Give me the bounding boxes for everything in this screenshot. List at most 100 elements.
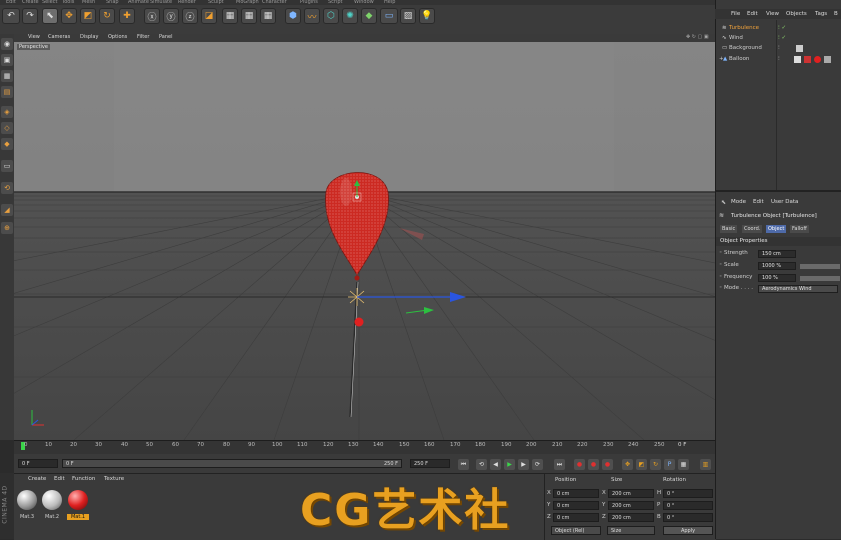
visibility-check-icon[interactable]: ⁝ ✓ [778,34,786,43]
material-tag-icon[interactable] [814,56,821,63]
menu-character[interactable]: Character [262,0,287,5]
filter-menu[interactable]: Filter [137,34,149,40]
size-x-field[interactable]: 200 cm [608,489,654,498]
previous-key-button[interactable]: ⟲ [476,459,487,470]
point-level-key-button[interactable]: ▦ [678,459,689,470]
rotation-h-field[interactable]: 0 ° [663,489,713,498]
object-menu-bookmarks[interactable]: B [834,11,838,17]
menu-sculpt[interactable]: Sculpt [208,0,224,5]
max-frame-field[interactable]: 250 F [410,459,450,468]
scale-slider[interactable] [800,264,840,269]
tag-icon[interactable] [804,56,811,63]
coordinate-mode-select[interactable]: Object (Rel) [551,526,601,535]
frequency-slider[interactable] [800,276,840,281]
rotation-p-field[interactable]: 0 ° [663,501,713,510]
tab-falloff[interactable]: Falloff [790,225,809,233]
scale-tool-button[interactable]: ◩ [80,8,96,24]
tab-basic[interactable]: Basic [720,225,738,233]
previous-frame-button[interactable]: ◀ [490,459,501,470]
snap-icon[interactable]: ◢ [1,204,13,216]
menu-tools[interactable]: Tools [62,0,74,5]
model-mode-icon[interactable]: ▣ [1,54,13,66]
menu-render[interactable]: Render [178,0,196,5]
camera-button[interactable]: ▨ [400,8,416,24]
menu-mograph[interactable]: MoGraph [236,0,259,5]
range-slider[interactable]: 0 F 250 F [62,459,402,468]
floor-scene-button[interactable]: ▭ [380,8,398,24]
strength-field[interactable]: 150 cm [758,250,796,258]
render-picture-viewer-button[interactable]: ▦ [241,8,257,24]
object-row-wind[interactable]: ∿ Wind ⁝ ✓ [716,34,841,43]
visibility-dots-icon[interactable]: ⁝ [778,44,780,53]
size-mode-select[interactable]: Size [607,526,655,535]
scale-key-button[interactable]: ◩ [636,459,647,470]
menu-mesh[interactable]: Mesh [82,0,95,5]
scale-field[interactable]: 1000 % [758,262,796,270]
position-z-field[interactable]: 0 cm [553,513,599,522]
menu-create[interactable]: Create [22,0,39,5]
rotate-tool-button[interactable]: ↻ [99,8,115,24]
redo-button[interactable]: ↷ [22,8,38,24]
size-z-field[interactable]: 200 cm [608,513,654,522]
record-button[interactable]: ● [574,459,585,470]
timeline-layout-button[interactable]: ▥ [700,459,711,470]
cameras-menu[interactable]: Cameras [48,34,70,40]
nurbs-button[interactable]: ⬡ [323,8,339,24]
menu-edit[interactable]: Edit [6,0,16,5]
object-row-balloon[interactable]: + ▲ Balloon ⁝ [716,55,841,64]
tab-object[interactable]: Object [766,225,787,233]
array-button[interactable]: ✺ [342,8,358,24]
menu-select[interactable]: Select [42,0,57,5]
enable-axis-icon[interactable]: ▭ [1,160,13,172]
apply-button[interactable]: Apply [663,526,713,535]
render-view-button[interactable]: ▦ [222,8,238,24]
move-tool-button[interactable]: ✥ [61,8,77,24]
attribute-menu-edit[interactable]: Edit [753,199,764,205]
object-row-background[interactable]: ▭ Background ⁝ [716,44,841,53]
tag-icon[interactable] [824,56,831,63]
material-tag-icon[interactable] [796,45,803,52]
play-button[interactable]: ▶ [504,459,515,470]
x-axis-lock-button[interactable]: ⓧ [144,8,160,24]
attribute-menu-user-data[interactable]: User Data [771,199,798,205]
menu-script[interactable]: Script [328,0,343,5]
light-button[interactable]: 💡 [419,8,435,24]
points-mode-icon[interactable]: ◈ [1,106,13,118]
tab-coord[interactable]: Coord. [742,225,763,233]
y-axis-lock-button[interactable]: ⓨ [163,8,179,24]
rotation-b-field[interactable]: 0 ° [663,513,713,522]
keyframe-selection-button[interactable]: ● [602,459,613,470]
object-menu-edit[interactable]: Edit [747,11,758,17]
undo-button[interactable]: ↶ [2,8,20,24]
live-selection-tool-button[interactable]: ⬉ [42,8,58,24]
tag-icon[interactable] [794,56,801,63]
cube-object-button[interactable]: ⬢ [285,8,301,24]
frequency-field[interactable]: 100 % [758,274,796,282]
object-menu-tags[interactable]: Tags [815,11,827,17]
recent-tool-button[interactable]: ✚ [119,8,135,24]
spline-tool-button[interactable]: 〰 [304,8,320,24]
coordinate-system-button[interactable]: ◪ [201,8,217,24]
material-swatch-mat2[interactable] [42,490,62,510]
position-x-field[interactable]: 0 cm [553,489,599,498]
mode-select[interactable]: Aerodynamics Wind [758,285,838,293]
object-menu-view[interactable]: View [766,11,779,17]
menu-animate[interactable]: Animate [128,0,149,5]
lock-workplane-icon[interactable]: ⊕ [1,222,13,234]
workplane-icon[interactable]: ▤ [1,86,13,98]
current-frame-field[interactable]: 0 F [18,459,58,468]
position-key-button[interactable]: ✥ [622,459,633,470]
tweak-icon[interactable]: ⟲ [1,182,13,194]
viewport-perspective[interactable]: Perspective [14,42,715,440]
position-y-field[interactable]: 0 cm [553,501,599,510]
object-menu-objects[interactable]: Objects [786,11,807,17]
parameter-key-button[interactable]: P [664,459,675,470]
material-swatch-mat1[interactable] [68,490,88,510]
rotation-key-button[interactable]: ↻ [650,459,661,470]
auto-key-button[interactable]: ● [588,459,599,470]
size-y-field[interactable]: 200 cm [608,501,654,510]
material-menu-create[interactable]: Create [28,476,46,482]
edges-mode-icon[interactable]: ◇ [1,122,13,134]
display-menu[interactable]: Display [80,34,98,40]
next-key-button[interactable]: ⟳ [532,459,543,470]
